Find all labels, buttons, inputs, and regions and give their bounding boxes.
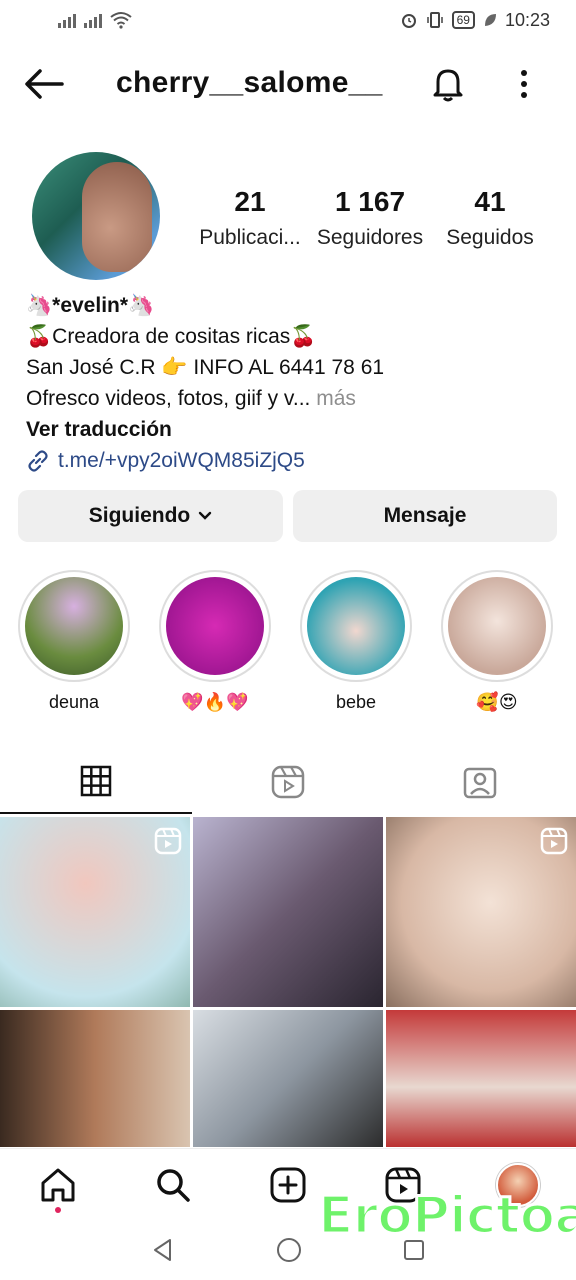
post-thumbnail[interactable]	[0, 1010, 190, 1147]
bell-icon[interactable]	[428, 64, 468, 104]
reels-icon	[271, 765, 305, 799]
highlight-item[interactable]: bebe	[300, 570, 412, 713]
profile-external-link[interactable]: t.me/+vpy2oiWQM85iZjQ5	[26, 445, 556, 476]
highlight-item[interactable]: 💖🔥💖	[159, 570, 271, 713]
stat-posts-value: 21	[234, 186, 266, 217]
bio-more-link[interactable]: más	[316, 387, 356, 410]
home-icon	[41, 1168, 75, 1201]
stat-following-label: Seguidos	[446, 226, 534, 249]
tab-tagged[interactable]	[384, 750, 576, 814]
highlight-label: bebe	[335, 692, 377, 712]
tagged-icon	[463, 767, 497, 799]
back-arrow-icon[interactable]	[24, 66, 64, 102]
post-thumbnail[interactable]	[193, 1010, 383, 1147]
alarm-icon	[401, 14, 416, 28]
tab-grid[interactable]	[0, 750, 192, 814]
following-button-label: Siguiendo	[88, 504, 191, 527]
profile-tabs	[0, 750, 576, 814]
vibrate-icon	[426, 12, 443, 28]
highlight-cover	[166, 577, 264, 675]
post-thumbnail[interactable]	[386, 1010, 576, 1147]
tab-reels[interactable]	[192, 750, 384, 814]
posts-grid	[0, 817, 576, 1147]
highlight-label: 💖🔥💖	[181, 692, 249, 712]
bio-line: San José C.R 👉 INFO AL 6441 78 61	[26, 356, 385, 379]
system-home-icon[interactable]	[275, 1236, 303, 1264]
stat-posts-label: Publicaci...	[199, 226, 301, 249]
highlight-cover	[448, 577, 546, 675]
profile-bio: 🦄*evelin*🦄 🍒Creadora de cositas ricas🍒 S…	[26, 290, 556, 476]
nav-search[interactable]	[143, 1155, 203, 1215]
wifi-icon	[110, 12, 132, 29]
signal-icon	[58, 12, 76, 28]
highlight-item[interactable]: deuna	[18, 570, 130, 713]
system-back-icon[interactable]	[150, 1237, 176, 1263]
notification-dot	[54, 1206, 61, 1213]
highlight-cover	[25, 577, 123, 675]
link-icon	[28, 449, 48, 472]
profile-stats: 21 Publicaci... 1 167 Seguidores 41 Segu…	[190, 186, 550, 250]
following-button[interactable]: Siguiendo	[18, 490, 283, 542]
message-button[interactable]: Mensaje	[293, 490, 557, 542]
message-button-label: Mensaje	[383, 504, 467, 527]
bio-line: 🍒Creadora de cositas ricas🍒	[26, 325, 317, 348]
chevron-down-icon	[199, 511, 212, 520]
bio-line: Ofresco videos, fotos, giif y v...	[26, 387, 311, 410]
post-thumbnail[interactable]	[386, 817, 576, 1007]
status-time: 10:23	[504, 9, 550, 30]
profile-header: cherry__salome__	[0, 52, 576, 116]
watermark: EroPictoa	[316, 1185, 576, 1248]
highlight-label: deuna	[48, 692, 100, 712]
post-thumbnail[interactable]	[193, 817, 383, 1007]
leaf-icon	[484, 14, 496, 26]
profile-link-text: t.me/+vpy2oiWQM85iZjQ5	[58, 449, 305, 472]
highlight-cover	[307, 577, 405, 675]
stat-followers-label: Seguidores	[316, 226, 424, 249]
nav-create[interactable]	[258, 1155, 318, 1215]
bio-line-truncated: Ofresco videos, fotos, giif y v... más	[26, 383, 556, 414]
post-thumbnail[interactable]	[0, 817, 190, 1007]
stat-posts[interactable]: 21 Publicaci...	[190, 186, 310, 250]
translate-link[interactable]: Ver traducción	[26, 414, 556, 445]
profile-username: cherry__salome__	[116, 66, 383, 99]
add-post-icon	[270, 1167, 306, 1202]
highlight-label: 🥰😍	[476, 692, 518, 712]
more-options-icon[interactable]	[510, 66, 538, 102]
highlight-item[interactable]: 🥰😍	[441, 570, 553, 713]
stat-followers-value: 1 167	[334, 186, 406, 217]
stat-followers[interactable]: 1 167 Seguidores	[310, 186, 430, 250]
nav-home[interactable]	[28, 1155, 88, 1215]
status-bar: 69 10:23	[0, 0, 576, 40]
profile-display-name: 🦄*evelin*🦄	[26, 294, 155, 317]
profile-avatar[interactable]	[32, 152, 160, 280]
signal-icon-2	[84, 12, 102, 28]
reel-badge-icon	[540, 827, 568, 855]
stat-following-value: 41	[474, 186, 506, 217]
reel-badge-icon	[154, 827, 182, 855]
stat-following[interactable]: 41 Seguidos	[430, 186, 550, 250]
search-icon	[157, 1168, 190, 1202]
battery-indicator: 69	[451, 11, 475, 29]
grid-icon	[80, 765, 112, 797]
